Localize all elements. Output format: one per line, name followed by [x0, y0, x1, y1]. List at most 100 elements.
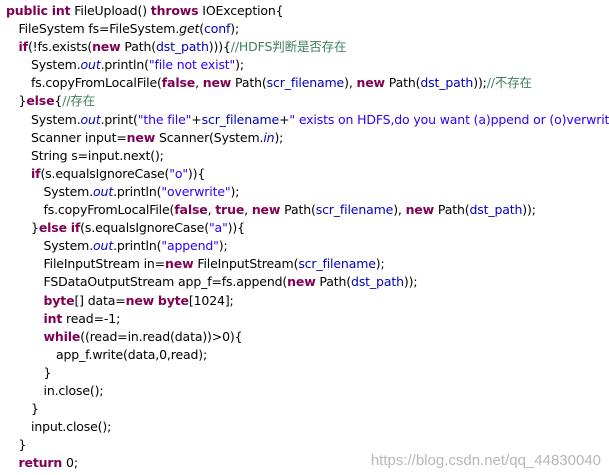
code-token: [] data= — [74, 292, 126, 308]
code-token: Path( — [315, 274, 352, 290]
code-token: new — [405, 202, 435, 218]
code-token: (s.equalsIgnoreCase( — [80, 220, 209, 236]
code-line: input.close(); — [0, 418, 609, 436]
code-line: } — [0, 364, 609, 382]
code-token: )) — [187, 165, 198, 181]
code-line: String s=input.next(); — [0, 147, 609, 165]
code-editor: public int FileUpload() throws IOExcepti… — [0, 0, 609, 475]
code-line: System.out.println("file not exist"); — [0, 56, 609, 74]
code-token: new — [125, 292, 155, 308]
code-token: Path( — [231, 75, 267, 91]
code-line: if(!fs.exists(new Path(dst_path))){//HDF… — [0, 38, 609, 56]
code-line: public int FileUpload() throws IOExcepti… — [0, 2, 609, 20]
code-token: ); — [375, 256, 385, 272]
code-line: while((read=in.read(data))>0){ — [0, 328, 609, 346]
code-token: throws — [150, 3, 199, 18]
code-token: false — [161, 75, 196, 91]
code-token: { — [237, 220, 245, 236]
code-token: dst_path — [469, 202, 523, 218]
code-token: scr_filename — [201, 111, 280, 127]
code-token: if — [70, 220, 81, 236]
code-token: conf — [203, 21, 231, 37]
code-token: ), — [344, 75, 357, 91]
code-token: Scanner(System. — [155, 129, 264, 145]
code-token: out — [93, 183, 114, 199]
code-token: Path( — [434, 202, 470, 218]
code-token: Scanner input= — [31, 129, 127, 145]
code-token: ))) — [208, 39, 223, 55]
code-token: "overwrite" — [161, 183, 231, 199]
code-line: FileInputStream in=new FileInputStream(s… — [0, 255, 609, 273]
code-token: false — [174, 202, 208, 218]
code-token: int — [43, 310, 63, 326]
code-token: , — [244, 202, 252, 218]
code-token: while — [43, 328, 81, 344]
code-token: } — [31, 220, 39, 236]
code-token: fs.copyFromLocalFile( — [31, 75, 162, 91]
code-token: )); — [403, 274, 418, 290]
code-token: Path( — [280, 202, 316, 218]
code-token: + — [279, 111, 290, 127]
code-line: fs.copyFromLocalFile(false, new Path(scr… — [0, 74, 609, 92]
code-token: 0; — [62, 455, 78, 471]
code-token: { — [222, 39, 231, 55]
code-token: (s.equalsIgnoreCase( — [40, 165, 170, 181]
code-line: Scanner input=new Scanner(System.in); — [0, 129, 609, 147]
code-token: , — [195, 75, 203, 91]
code-token: new — [126, 129, 156, 145]
code-token: System. — [43, 238, 94, 254]
code-token: input.close(); — [31, 419, 112, 435]
code-token: "file not exist" — [148, 57, 236, 73]
code-token: System. — [43, 183, 94, 199]
code-token: .println( — [100, 57, 149, 73]
code-line: }else{//存在 — [0, 92, 609, 110]
code-token: dst_path — [420, 75, 474, 91]
code-token: String s=input.next(); — [31, 147, 164, 163]
code-token: public — [6, 3, 48, 18]
code-token: byte — [43, 292, 75, 308]
code-token: return — [18, 455, 63, 471]
code-token: "append" — [161, 238, 219, 254]
code-token: " exists on HDFS,do you want (a)ppend or… — [289, 111, 609, 127]
code-token: out — [80, 111, 101, 127]
code-line: if(s.equalsIgnoreCase("o")){ — [0, 165, 609, 183]
code-token: new — [92, 39, 121, 55]
code-token: )) — [227, 220, 238, 236]
code-token: .println( — [113, 238, 162, 254]
code-line: System.out.println("append"); — [0, 237, 609, 255]
code-token: read=-1; — [62, 310, 121, 326]
code-token: scr_filename — [298, 256, 376, 272]
code-token: .print( — [100, 111, 138, 127]
code-token: )); — [473, 75, 487, 91]
code-token: ); — [230, 21, 240, 37]
code-token: else — [26, 93, 55, 109]
code-line: FileSystem fs=FileSystem.get(conf); — [0, 20, 609, 38]
code-line: System.out.println("overwrite"); — [0, 183, 609, 201]
code-token: } — [18, 437, 27, 453]
code-token: FSDataOutputStream app_f=fs.append( — [43, 274, 288, 290]
code-token: ); — [218, 238, 228, 254]
code-token: FileUpload() — [70, 3, 151, 18]
code-token: FileInputStream( — [193, 256, 299, 272]
code-line: int read=-1; — [0, 310, 609, 328]
code-token: fs.copyFromLocalFile( — [43, 202, 175, 218]
code-token: ((read=in.read(data))>0){ — [80, 328, 243, 344]
code-token: } — [31, 401, 39, 417]
code-token: )); — [522, 202, 536, 218]
code-token: "a" — [208, 220, 228, 236]
code-line: app_f.write(data,0,read); — [0, 346, 609, 364]
code-token: Path( — [384, 75, 421, 91]
code-token: ); — [274, 129, 284, 145]
code-token: //存在 — [62, 93, 96, 109]
code-token: new — [287, 274, 316, 290]
code-token: //HDFS判断是否存在 — [230, 39, 347, 55]
code-token: new — [251, 202, 281, 218]
code-token: get — [179, 21, 200, 37]
code-token: //不存在 — [486, 75, 532, 91]
code-token: scr_filename — [315, 202, 394, 218]
watermark-text: https://blog.csdn.net/qq_44830040 — [370, 452, 601, 469]
code-line: byte[] data=new byte[1024]; — [0, 292, 609, 310]
code-token: ); — [230, 183, 240, 199]
code-token: ), — [393, 202, 406, 218]
code-token: new — [356, 75, 385, 91]
